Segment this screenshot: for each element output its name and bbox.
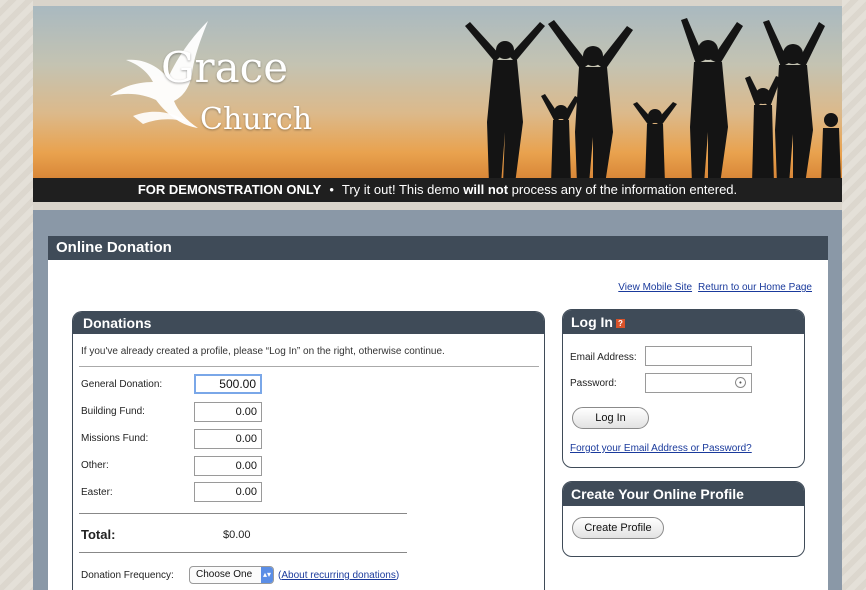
email-field[interactable] (645, 346, 752, 366)
key-icon[interactable]: • (735, 377, 746, 388)
divider (79, 552, 407, 553)
forgot-wrap: Forgot your Email Address or Password? (570, 443, 752, 454)
donations-box: Donations If you've already created a pr… (72, 311, 545, 590)
demo-notice-bullet: • (329, 182, 334, 197)
general-donation-label: General Donation: (81, 379, 163, 390)
people-silhouette-image (465, 18, 841, 184)
demo-notice-strong: FOR DEMONSTRATION ONLY (137, 182, 322, 197)
donations-intro-text: If you've already created a profile, ple… (81, 346, 445, 357)
total-value: $0.00 (223, 529, 251, 541)
divider (79, 513, 407, 514)
demo-notice-bar: FOR DEMONSTRATION ONLY • Try it out! This … (33, 178, 842, 202)
login-title-text: Log In (571, 314, 613, 330)
right-background (842, 0, 866, 590)
donation-frequency-select[interactable]: Choose One ▴▾ (189, 566, 274, 584)
select-arrows-icon: ▴▾ (261, 567, 273, 583)
top-links: View Mobile Site Return to our Home Page (600, 282, 812, 293)
header-banner: Grace Church (33, 6, 842, 202)
missions-fund-input[interactable]: 0.00 (194, 429, 262, 449)
building-fund-label: Building Fund: (81, 406, 145, 417)
create-profile-box: Create Your Online Profile Create Profil… (562, 481, 805, 557)
create-profile-button[interactable]: Create Profile (572, 517, 664, 539)
view-mobile-site-link[interactable]: View Mobile Site (618, 282, 692, 293)
divider (79, 366, 539, 367)
missions-fund-label: Missions Fund: (81, 433, 149, 444)
donation-frequency-label: Donation Frequency: (81, 570, 174, 581)
password-field[interactable]: • (645, 373, 752, 393)
total-label: Total: (81, 527, 116, 542)
password-label: Password: (570, 378, 617, 389)
home-page-link[interactable]: Return to our Home Page (698, 282, 812, 293)
logo-church-text: Church (200, 102, 313, 137)
email-label: Email Address: (570, 352, 637, 363)
recurring-donations-link-wrap: (About recurring donations) (278, 570, 400, 581)
login-button[interactable]: Log In (572, 407, 649, 429)
general-donation-input[interactable]: 500.00 (194, 374, 262, 394)
building-fund-input[interactable]: 0.00 (194, 402, 262, 422)
demo-notice-text-a: Try it out! This demo (341, 182, 460, 197)
demo-notice-text-b: process any of the information entered. (511, 182, 738, 197)
other-label: Other: (81, 460, 109, 471)
login-box: Log In? Email Address: Password: • Log I… (562, 309, 805, 468)
donations-title: Donations (73, 312, 544, 334)
help-icon[interactable]: ? (616, 319, 625, 328)
left-background (0, 0, 33, 590)
donation-frequency-value: Choose One (196, 569, 253, 580)
demo-notice-bold: will not (463, 182, 509, 197)
login-title: Log In? (563, 310, 804, 334)
other-input[interactable]: 0.00 (194, 456, 262, 476)
forgot-credentials-link[interactable]: Forgot your Email Address or Password? (570, 443, 752, 454)
create-profile-title: Create Your Online Profile (563, 482, 804, 506)
page-title: Online Donation (48, 236, 828, 260)
easter-input[interactable]: 0.00 (194, 482, 262, 502)
logo-grace-text: Grace (161, 43, 289, 92)
easter-label: Easter: (81, 487, 113, 498)
about-recurring-donations-link[interactable]: About recurring donations (281, 570, 396, 581)
